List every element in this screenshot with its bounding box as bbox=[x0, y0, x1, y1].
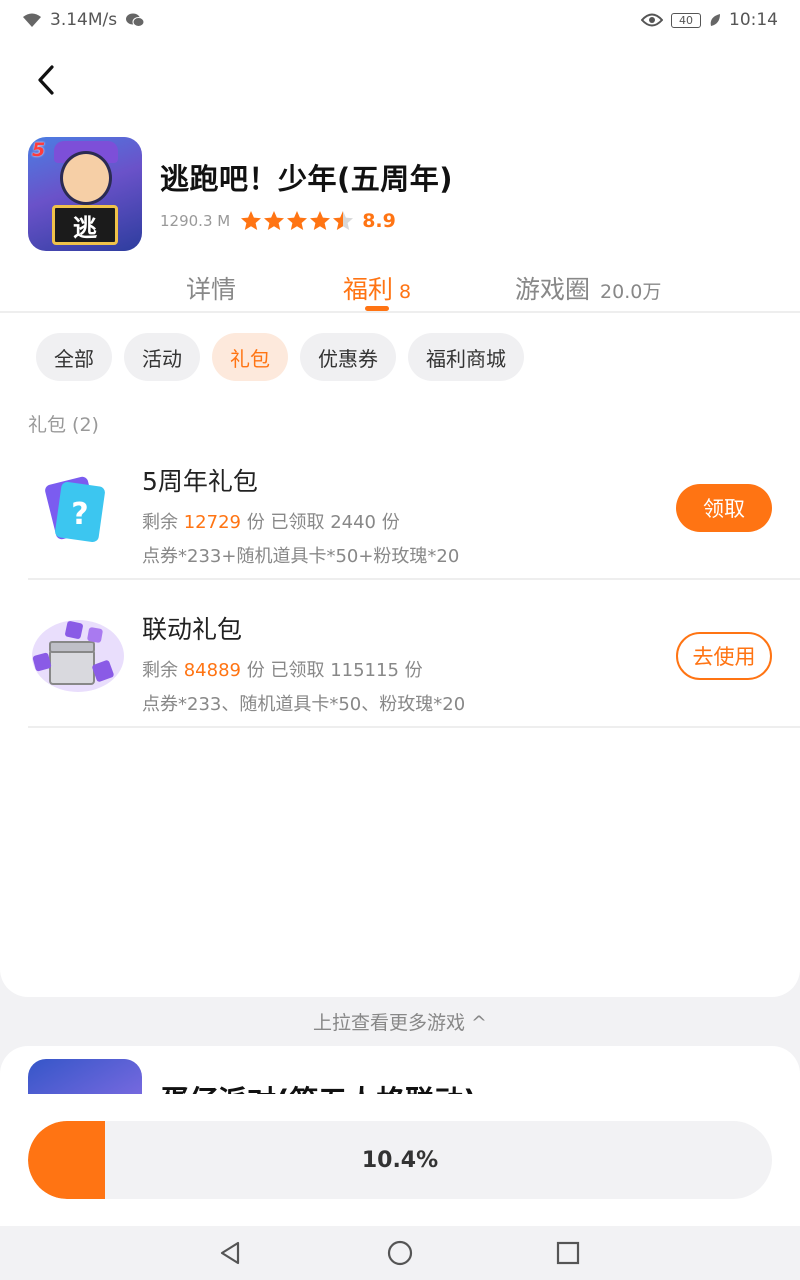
gift-box-icon bbox=[32, 620, 124, 692]
nav-home-button[interactable] bbox=[385, 1238, 415, 1268]
leaf-icon bbox=[710, 14, 720, 26]
status-left: 3.14M/s bbox=[22, 10, 145, 30]
claimed-label: 已领取 bbox=[270, 660, 325, 681]
game-icon-badge: 5 bbox=[32, 139, 46, 161]
filter-chips: 全部 活动 礼包 优惠券 福利商城 bbox=[36, 333, 524, 381]
claimed-count: 115115 bbox=[330, 660, 399, 681]
star-icon bbox=[287, 211, 308, 230]
star-icon bbox=[264, 211, 285, 230]
game-icon-sign: 逃 bbox=[52, 205, 118, 245]
tab-details-label: 详情 bbox=[186, 275, 237, 304]
triangle-back-icon bbox=[220, 1241, 240, 1265]
tab-details[interactable]: 详情 bbox=[186, 270, 236, 306]
remain-count: 84889 bbox=[183, 660, 241, 681]
mystery-card-icon: ? bbox=[45, 476, 105, 543]
star-icon bbox=[310, 211, 331, 230]
gift-item[interactable]: 联动礼包 剩余 84889 份 已领取 115115 份 点券*233、随机道具… bbox=[28, 580, 800, 728]
clock: 10:14 bbox=[729, 10, 778, 30]
tab-benefits-count: 8 bbox=[399, 281, 412, 303]
network-speed: 3.14M/s bbox=[50, 10, 118, 30]
claimed-count: 2440 bbox=[330, 512, 377, 533]
system-nav-bar bbox=[0, 1226, 800, 1280]
status-right: 40 10:14 bbox=[641, 10, 778, 30]
chip-coupon[interactable]: 优惠券 bbox=[300, 333, 396, 381]
gift-text: 5周年礼包 剩余 12729 份 已领取 2440 份 点券*233+随机道具卡… bbox=[142, 462, 459, 568]
game-info: 逃跑吧！少年(五周年) 1290.3 M 8.9 bbox=[160, 156, 453, 232]
tab-benefits-label: 福利 bbox=[343, 275, 394, 304]
game-title: 逃跑吧！少年(五周年) bbox=[160, 162, 454, 196]
remain-label: 剩余 bbox=[142, 660, 178, 681]
square-recents-icon bbox=[556, 1241, 580, 1265]
status-bar: 3.14M/s 40 10:14 bbox=[0, 0, 800, 40]
remain-unit: 份 bbox=[246, 660, 265, 681]
game-rating: 8.9 bbox=[362, 210, 396, 232]
battery-icon: 40 bbox=[671, 12, 701, 28]
gift-description: 点券*233+随机道具卡*50+粉玫瑰*20 bbox=[142, 546, 460, 567]
circle-home-icon bbox=[387, 1240, 413, 1266]
chip-benefit-mall[interactable]: 福利商城 bbox=[408, 333, 524, 381]
gift-stats: 剩余 84889 份 已领取 115115 份 bbox=[142, 656, 465, 682]
star-icon bbox=[241, 211, 262, 230]
download-progress-label: 10.4% bbox=[361, 1147, 439, 1173]
download-progress-bar[interactable]: 10.4% bbox=[28, 1121, 772, 1199]
gift-text: 联动礼包 剩余 84889 份 已领取 115115 份 点券*233、随机道具… bbox=[142, 610, 465, 716]
use-button[interactable]: 去使用 bbox=[676, 632, 772, 680]
star-icon bbox=[333, 211, 354, 230]
eye-icon bbox=[641, 13, 663, 27]
tab-benefits[interactable]: 福利 8 bbox=[343, 270, 411, 306]
tab-community-label: 游戏圈 bbox=[515, 275, 591, 304]
claim-button[interactable]: 领取 bbox=[676, 484, 772, 532]
chip-activity[interactable]: 活动 bbox=[124, 333, 200, 381]
game-icon[interactable]: 5 逃 bbox=[28, 137, 142, 251]
tabs-divider bbox=[0, 311, 800, 313]
gift-name: 5周年礼包 bbox=[142, 467, 258, 496]
remain-unit: 份 bbox=[246, 512, 265, 533]
nav-back-button[interactable] bbox=[215, 1238, 245, 1268]
tab-bar: 详情 福利 8 游戏圈 20.0万 bbox=[0, 270, 800, 312]
remain-label: 剩余 bbox=[142, 512, 178, 533]
rating-stars bbox=[240, 210, 354, 232]
claimed-unit: 份 bbox=[381, 512, 400, 533]
gift-item[interactable]: ? 5周年礼包 剩余 12729 份 已领取 2440 份 点券*233+随机道… bbox=[28, 432, 800, 580]
back-arrow-icon bbox=[38, 65, 54, 95]
claimed-label: 已领取 bbox=[270, 512, 325, 533]
chip-all[interactable]: 全部 bbox=[36, 333, 112, 381]
svg-text:?: ? bbox=[71, 497, 88, 532]
game-size: 1290.3 M bbox=[160, 212, 231, 230]
gift-description: 点券*233、随机道具卡*50、粉玫瑰*20 bbox=[142, 694, 466, 715]
wifi-icon bbox=[23, 13, 41, 27]
pull-up-hint[interactable]: 上拉查看更多游戏 ^ bbox=[0, 1008, 800, 1035]
main-card: 5 逃 逃跑吧！少年(五周年) 1290.3 M 8.9 详情 福利 8 游戏圈… bbox=[0, 40, 800, 997]
chip-gift-pack[interactable]: 礼包 bbox=[212, 333, 288, 381]
tab-community[interactable]: 游戏圈 20.0万 bbox=[515, 270, 661, 306]
wechat-icon bbox=[126, 13, 145, 27]
back-button[interactable] bbox=[28, 62, 64, 98]
claimed-unit: 份 bbox=[404, 660, 423, 681]
gift-stats: 剩余 12729 份 已领取 2440 份 bbox=[142, 508, 459, 534]
game-meta: 1290.3 M 8.9 bbox=[160, 210, 453, 232]
remain-count: 12729 bbox=[183, 512, 241, 533]
tab-community-count: 20.0万 bbox=[600, 281, 662, 303]
game-icon-face bbox=[60, 151, 112, 205]
nav-recents-button[interactable] bbox=[553, 1238, 583, 1268]
game-header: 5 逃 逃跑吧！少年(五周年) 1290.3 M 8.9 bbox=[28, 137, 453, 251]
download-panel: 10.4% bbox=[0, 1094, 800, 1226]
gift-name: 联动礼包 bbox=[142, 615, 243, 644]
